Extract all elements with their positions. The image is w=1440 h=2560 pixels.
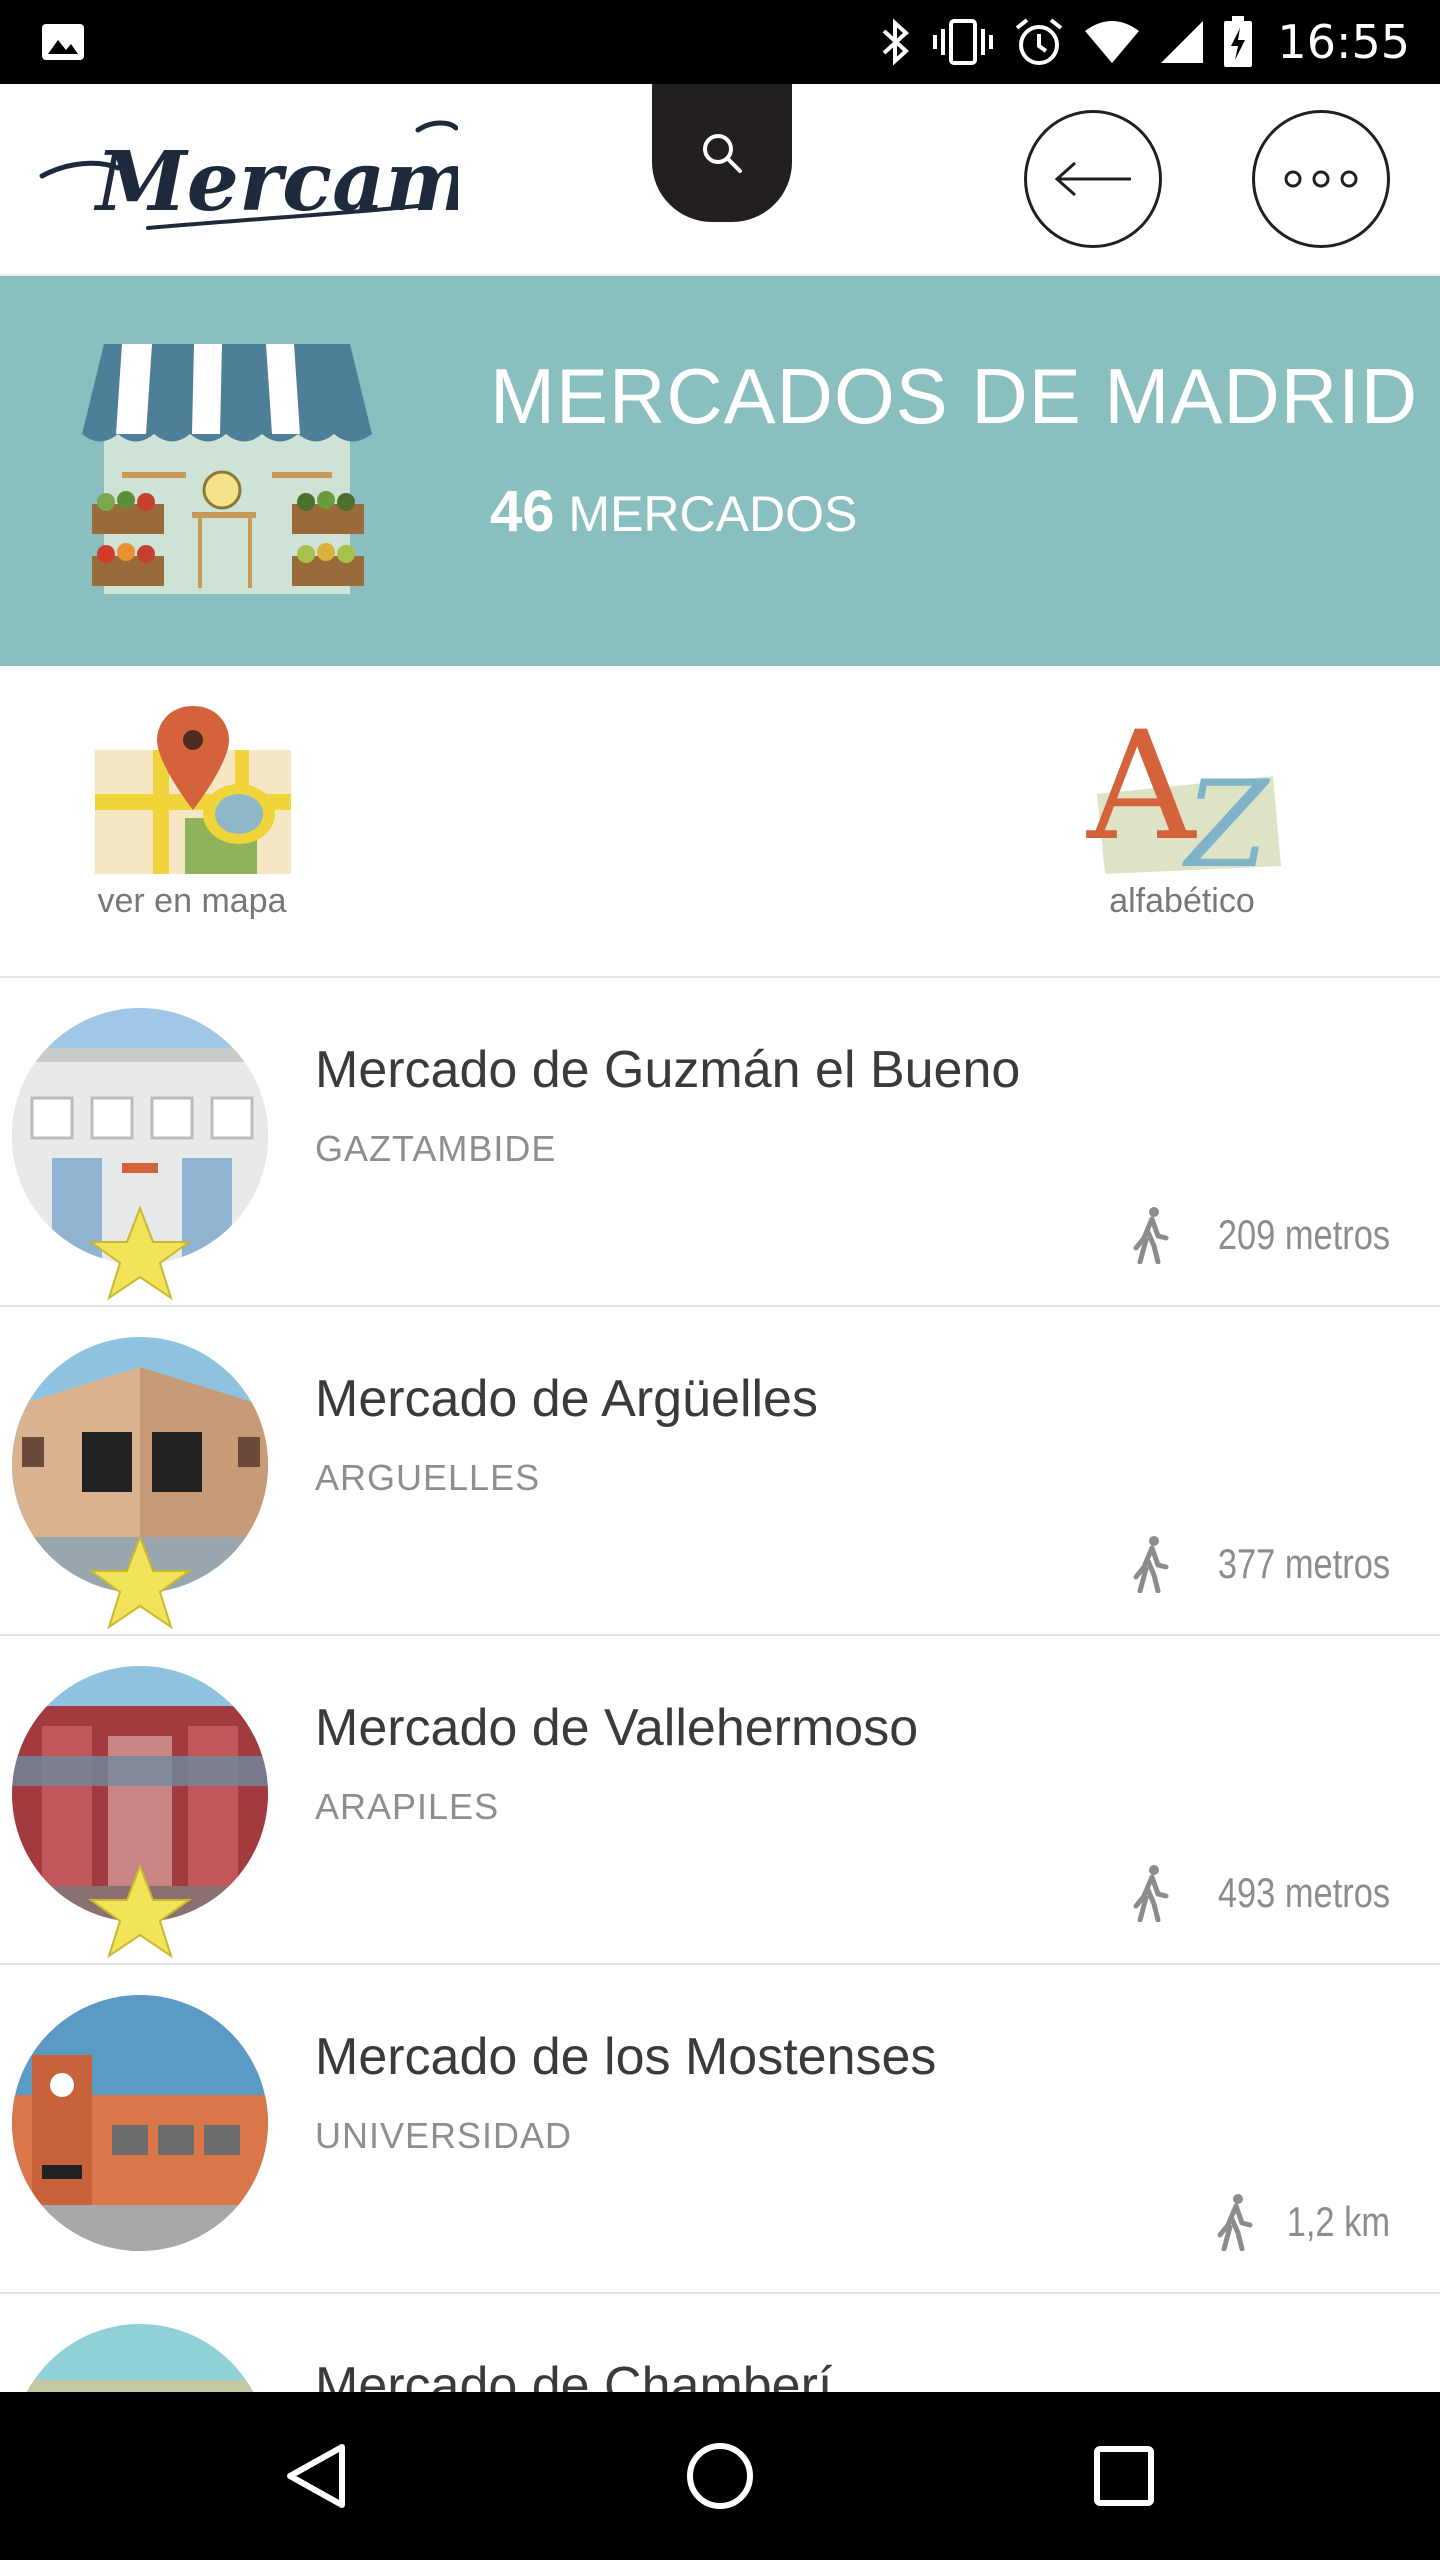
markets-count-label: MERCADOS (568, 486, 858, 542)
svg-text:Z: Z (1181, 756, 1271, 876)
search-button[interactable] (652, 84, 792, 222)
market-neighborhood: ARGUELLES (315, 1457, 541, 1498)
market-thumbnail (12, 1666, 268, 1959)
market-thumbnail (12, 1337, 268, 1630)
status-bar: 16:55 (0, 0, 1440, 84)
nav-recent-apps-button[interactable] (1084, 2436, 1164, 2516)
image-icon (42, 24, 84, 60)
market-list-item[interactable]: Mercado de Vallehermoso ARAPILES 493 metro… (0, 1636, 1440, 1965)
market-stall-illustration (82, 344, 372, 594)
alphabetical-icon: A Z (1086, 706, 1281, 876)
market-neighborhood: ARAPILES (315, 1786, 500, 1827)
mercamad-logo[interactable]: Mercamad (38, 110, 458, 250)
market-list-item[interactable]: Mercado de los Mostenses UNIVERSIDAD 1,2 k… (0, 1965, 1440, 2294)
market-thumbnail (12, 1008, 268, 1301)
walking-icon (1133, 1207, 1169, 1264)
market-distance: 209 metros (1130, 1206, 1390, 1264)
market-name: Mercado de Vallehermoso (315, 1699, 919, 1757)
nav-home-button[interactable] (680, 2436, 760, 2516)
page-title: MERCADOS DE MADRID (490, 352, 1419, 440)
market-thumbnail (12, 2324, 268, 2392)
svg-text:Mercamad: Mercamad (93, 134, 458, 230)
walking-icon (1133, 1536, 1169, 1593)
market-name: Mercado de Chamberí (315, 2357, 833, 2392)
market-neighborhood: GAZTAMBIDE (315, 1128, 557, 1169)
market-list: Mercado de Guzmán el Bueno GAZTAMBIDE 209 … (0, 978, 1440, 2392)
more-icon (1284, 170, 1358, 188)
market-distance-text: 209 metros (1217, 1211, 1390, 1258)
market-distance: 493 metros (1130, 1864, 1390, 1922)
back-button[interactable] (1024, 110, 1162, 248)
nav-recent-icon (1094, 2446, 1154, 2506)
system-nav-bar (0, 2392, 1440, 2560)
nav-back-icon (287, 2444, 345, 2508)
walking-icon (1133, 1865, 1169, 1922)
nav-home-icon (687, 2443, 753, 2509)
app-header: Mercamad (0, 84, 1440, 276)
vibrate-icon (933, 19, 994, 65)
market-name: Mercado de Argüelles (315, 1370, 818, 1428)
market-distance: 1,2 km (1214, 2193, 1390, 2251)
market-name: Mercado de Guzmán el Bueno (315, 1041, 1021, 1099)
market-distance: 377 metros (1130, 1535, 1390, 1593)
view-options: ver en mapa A Z alfabético (0, 666, 1440, 978)
market-list-item[interactable]: Mercado de Chamberí (0, 2294, 1440, 2392)
market-distance-text: 493 metros (1217, 1869, 1390, 1916)
alphabetical-label: alfabético (1109, 882, 1255, 920)
bluetooth-icon (883, 18, 910, 66)
clock: 16:55 (1277, 15, 1410, 69)
market-distance-text: 1,2 km (1286, 2198, 1390, 2245)
walking-icon (1217, 2194, 1253, 2251)
market-thumbnail (12, 1995, 268, 2251)
markets-count-number: 46 (490, 479, 555, 544)
hero-banner: MERCADOS DE MADRID 46 MERCADOS (0, 276, 1440, 666)
market-list-item[interactable]: Mercado de Argüelles ARGUELLES 377 metros (0, 1307, 1440, 1636)
wifi-icon (1085, 21, 1140, 63)
back-arrow-icon (1054, 161, 1131, 197)
market-list-item[interactable]: Mercado de Guzmán el Bueno GAZTAMBIDE 209 … (0, 978, 1440, 1307)
svg-text:A: A (1086, 706, 1197, 874)
battery-icon (1224, 16, 1253, 67)
view-map-button[interactable]: ver en mapa (82, 706, 302, 921)
search-icon (703, 134, 742, 173)
alarm-icon (1016, 18, 1063, 65)
markets-count: 46 MERCADOS (490, 478, 857, 545)
market-name: Mercado de los Mostenses (315, 2028, 937, 2086)
map-icon (95, 706, 291, 874)
alphabetical-button[interactable]: A Z alfabético (1072, 706, 1292, 921)
more-options-button[interactable] (1252, 110, 1390, 248)
nav-back-button[interactable] (276, 2436, 356, 2516)
view-map-label: ver en mapa (97, 882, 287, 920)
signal-icon (1161, 21, 1204, 63)
market-distance-text: 377 metros (1217, 1540, 1390, 1587)
market-neighborhood: UNIVERSIDAD (315, 2115, 573, 2156)
